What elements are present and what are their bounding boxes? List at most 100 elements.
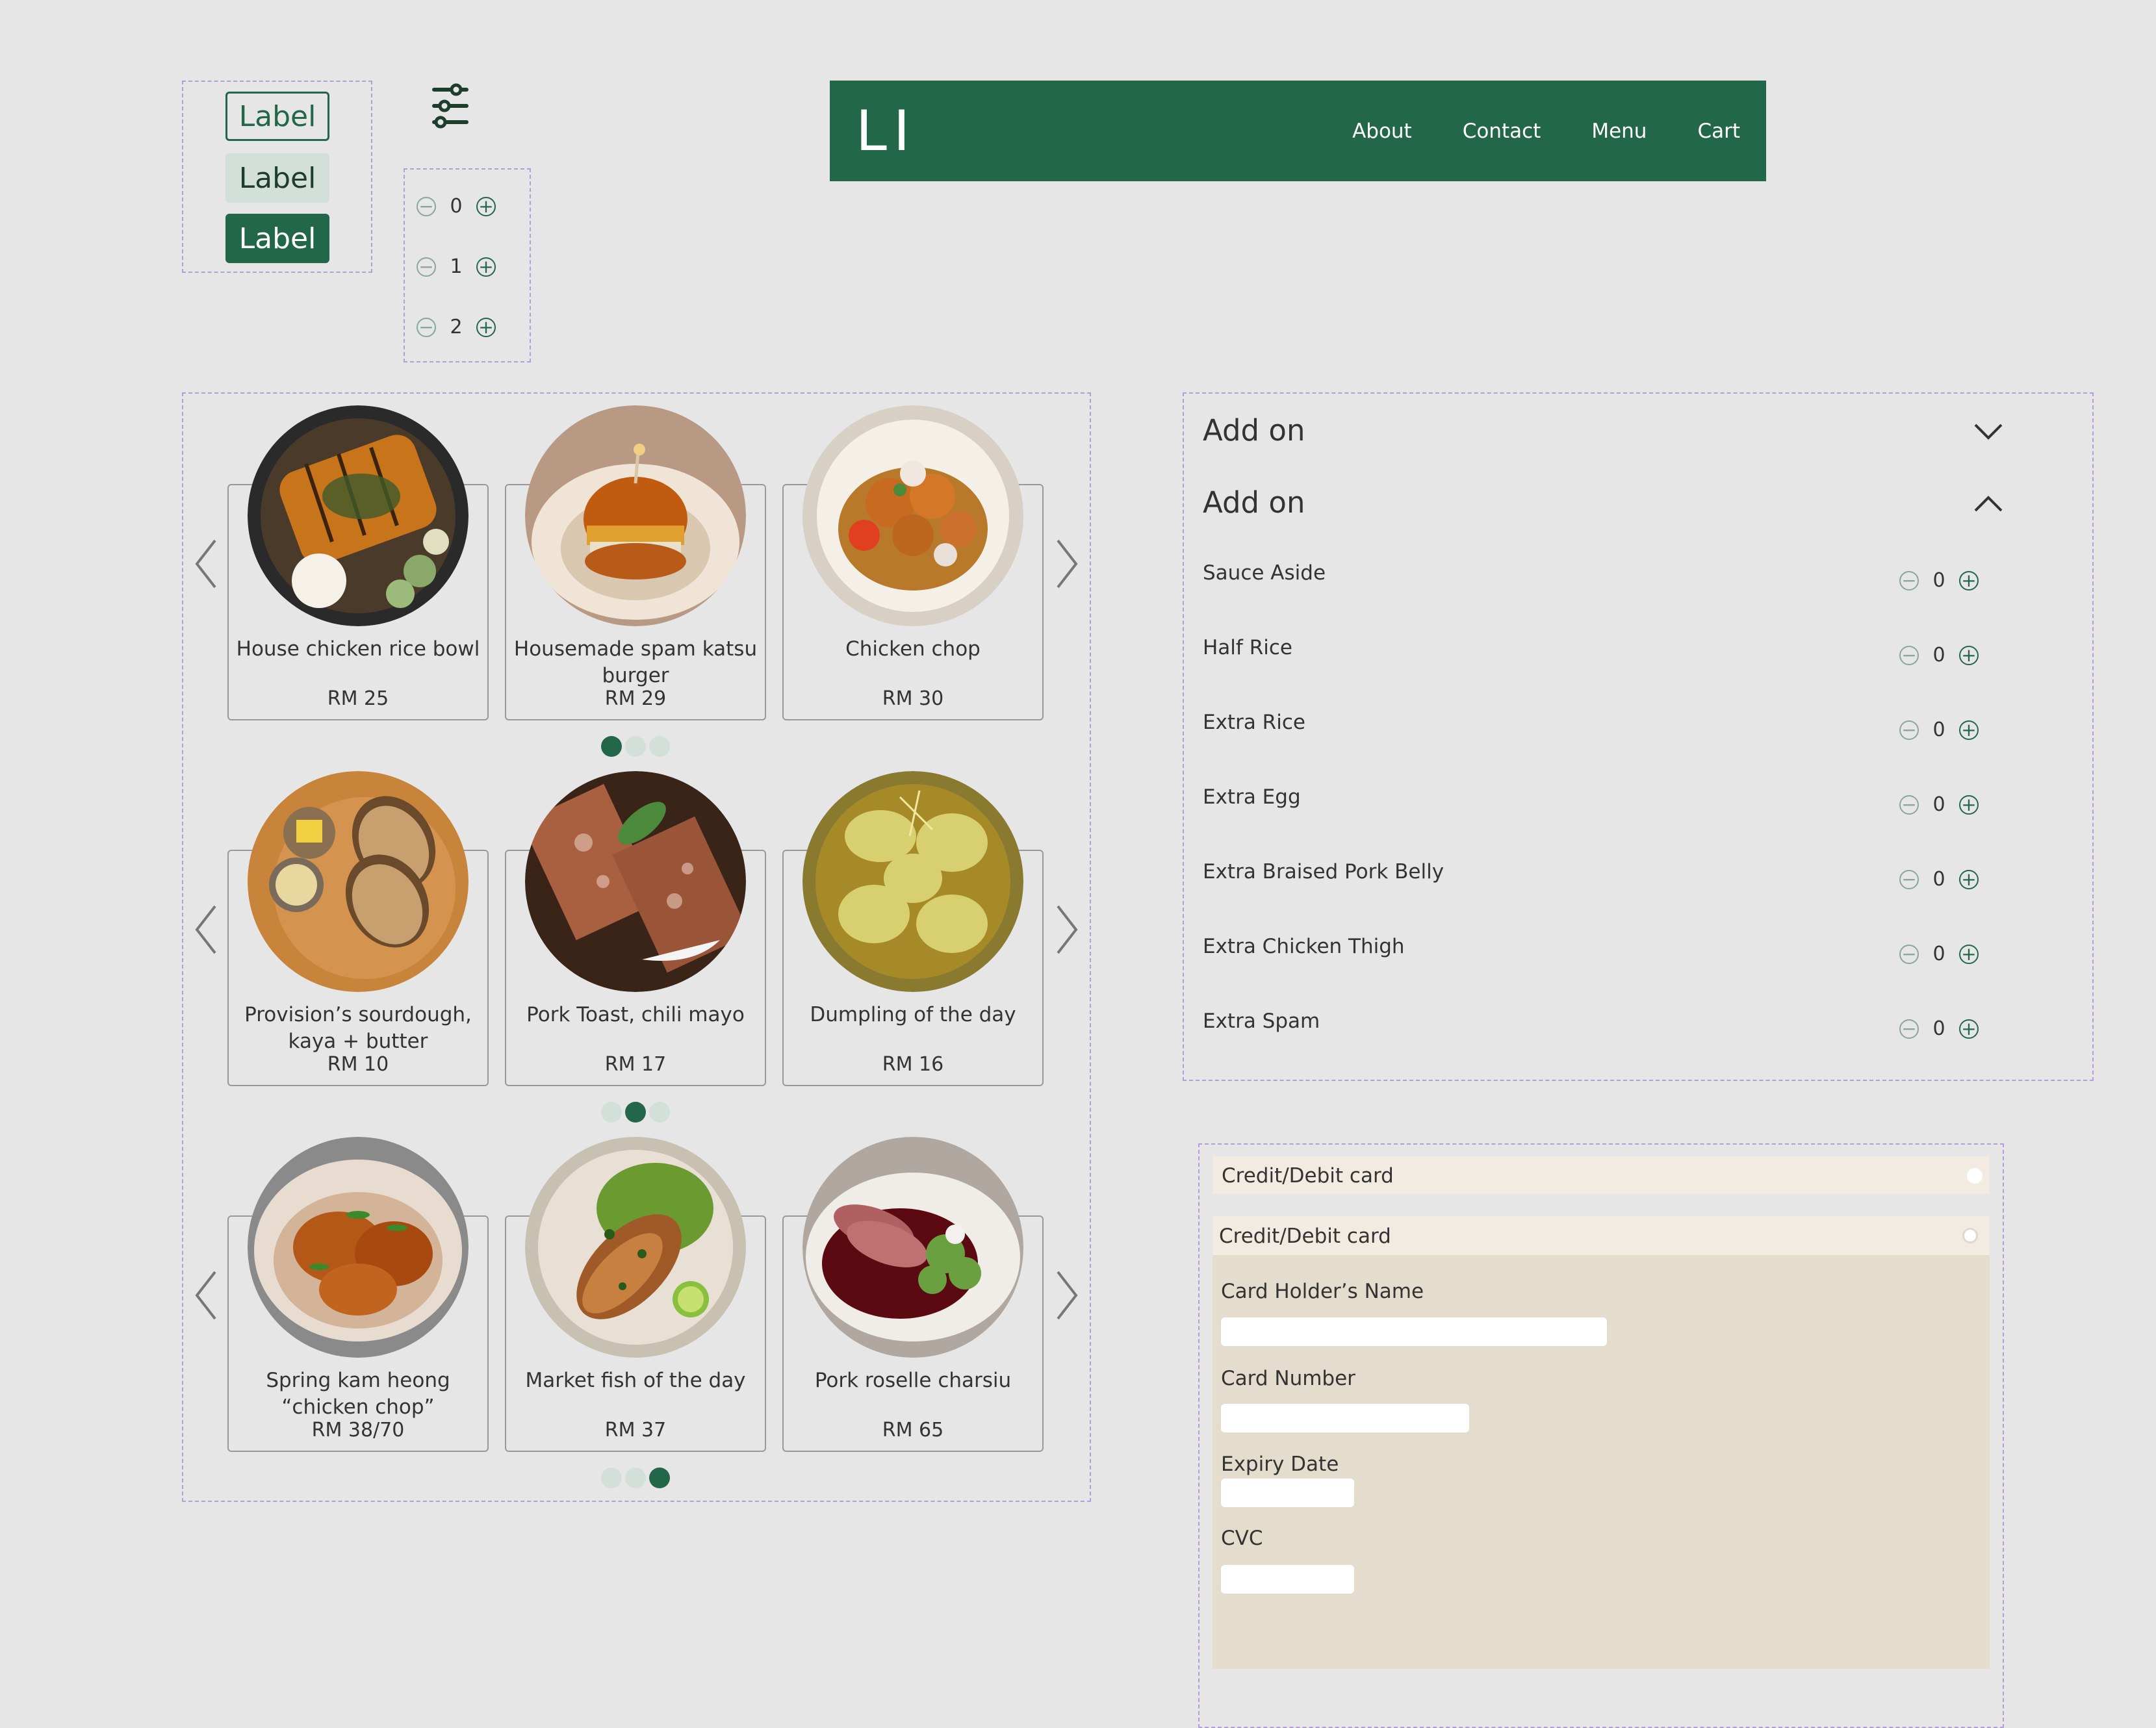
radio-unselected[interactable] (1967, 1168, 1983, 1184)
plus-circle-icon[interactable]: + (476, 257, 496, 277)
card-number-label: Card Number (1221, 1367, 1355, 1390)
pagination-dot[interactable] (649, 736, 670, 757)
minus-circle-icon[interactable]: − (1899, 794, 1919, 815)
pagination-dot[interactable] (649, 1102, 670, 1123)
expiry-date-label: Expiry Date (1221, 1453, 1339, 1476)
plus-circle-icon[interactable]: + (1959, 720, 1979, 740)
pagination-dot[interactable] (601, 1468, 622, 1488)
addon-qty: 0 (1932, 793, 1945, 816)
addon-item-label: Extra Egg (1203, 785, 1301, 809)
minus-circle-icon[interactable]: − (417, 257, 436, 277)
food-image-pork-toast (525, 771, 746, 992)
nav-links: About Contact Menu Cart (1352, 81, 1740, 181)
chevron-up-icon[interactable] (1974, 495, 2003, 512)
menu-item-name: Pork roselle charsiu (814, 1369, 1012, 1392)
stepper-value: 2 (450, 316, 463, 338)
pagination-dot-active[interactable] (601, 736, 622, 757)
minus-circle-icon[interactable]: − (1899, 1019, 1919, 1039)
chevron-left-icon[interactable] (193, 538, 219, 590)
menu-item-name: Provision’s sourdough, kaya + butter (244, 1003, 472, 1053)
menu-item-price: RM 16 (882, 1053, 944, 1076)
menu-item-name: Pork Toast, chili mayo (526, 1003, 745, 1026)
menu-item-price: RM 29 (604, 687, 667, 710)
menu-item-name: Housemade spam katsu burger (513, 637, 758, 687)
pagination-dot[interactable] (601, 1102, 622, 1123)
addon-item-label: Half Rice (1203, 636, 1292, 659)
addon-qty: 0 (1932, 943, 1945, 965)
addon-item-label: Extra Rice (1203, 711, 1305, 734)
food-image-dumpling (802, 771, 1023, 992)
addon-quantity-stepper[interactable]: − 0 + (1899, 1017, 1979, 1040)
payment-option-expanded[interactable]: Credit/Debit card (1213, 1216, 1990, 1255)
menu-item-name: House chicken rice bowl (236, 637, 480, 661)
addon-accordion-collapsed-title[interactable]: Add on (1203, 413, 1305, 448)
payment-option-collapsed[interactable]: Credit/Debit card (1213, 1156, 1990, 1194)
chevron-left-icon[interactable] (193, 904, 219, 956)
addon-accordion-expanded-title[interactable]: Add on (1203, 485, 1305, 520)
quantity-stepper[interactable]: − 2 + (417, 316, 496, 338)
quantity-stepper[interactable]: − 1 + (417, 255, 496, 278)
radio-selected[interactable] (1962, 1228, 1978, 1243)
brand-logo[interactable]: LI (856, 99, 916, 164)
addon-item-label: Sauce Aside (1203, 561, 1326, 585)
addon-quantity-stepper[interactable]: − 0 + (1899, 569, 1979, 592)
addon-quantity-stepper[interactable]: − 0 + (1899, 868, 1979, 891)
chevron-down-icon[interactable] (1974, 424, 2003, 440)
plus-circle-icon[interactable]: + (1959, 794, 1979, 815)
chevron-right-icon[interactable] (1054, 904, 1080, 956)
plus-circle-icon[interactable]: + (1959, 645, 1979, 665)
plus-circle-icon[interactable]: + (1959, 1019, 1979, 1039)
card-holder-field[interactable] (1221, 1317, 1607, 1346)
nav-link-menu[interactable]: Menu (1591, 120, 1647, 143)
chevron-right-icon[interactable] (1054, 538, 1080, 590)
addon-quantity-stepper[interactable]: − 0 + (1899, 644, 1979, 667)
chevron-right-icon[interactable] (1054, 1269, 1080, 1321)
quantity-stepper[interactable]: − 0 + (417, 195, 496, 218)
nav-link-contact[interactable]: Contact (1463, 120, 1541, 143)
expiry-date-field[interactable] (1221, 1479, 1354, 1507)
plus-circle-icon[interactable]: + (476, 317, 496, 337)
sliders-icon[interactable] (431, 83, 469, 129)
payment-option-label: Credit/Debit card (1219, 1225, 1391, 1248)
menu-item-price: RM 38/70 (311, 1419, 405, 1442)
label-button-solid[interactable]: Label (225, 214, 329, 263)
minus-circle-icon[interactable]: − (1899, 720, 1919, 740)
food-image-spam-katsu-burger (525, 405, 746, 626)
pagination-dot-active[interactable] (625, 1102, 646, 1123)
nav-link-cart[interactable]: Cart (1697, 120, 1740, 143)
minus-circle-icon[interactable]: − (417, 317, 436, 337)
cvc-label: CVC (1221, 1527, 1263, 1550)
minus-circle-icon[interactable]: − (1899, 645, 1919, 665)
minus-circle-icon[interactable]: − (1899, 944, 1919, 964)
nav-link-about[interactable]: About (1352, 120, 1412, 143)
menu-item-name: Chicken chop (845, 637, 981, 661)
addon-item-label: Extra Chicken Thigh (1203, 935, 1405, 958)
pagination-dot-active[interactable] (649, 1468, 670, 1488)
payment-option-label: Credit/Debit card (1222, 1164, 1394, 1188)
addon-quantity-stepper[interactable]: − 0 + (1899, 793, 1979, 816)
addon-qty: 0 (1932, 1017, 1945, 1040)
menu-item-price: RM 65 (882, 1419, 944, 1442)
pagination-dot[interactable] (625, 1468, 646, 1488)
pagination-dot[interactable] (625, 736, 646, 757)
minus-circle-icon[interactable]: − (417, 196, 436, 216)
food-image-pork-charsiu (802, 1137, 1023, 1358)
addon-qty: 0 (1932, 718, 1945, 741)
plus-circle-icon[interactable]: + (1959, 869, 1979, 889)
addon-quantity-stepper[interactable]: − 0 + (1899, 718, 1979, 741)
plus-circle-icon[interactable]: + (1959, 944, 1979, 964)
minus-circle-icon[interactable]: − (1899, 869, 1919, 889)
addon-item-label: Extra Spam (1203, 1010, 1320, 1033)
label-button-outline[interactable]: Label (225, 92, 329, 141)
stepper-value: 0 (450, 195, 463, 218)
menu-item-name: Dumpling of the day (810, 1003, 1016, 1026)
minus-circle-icon[interactable]: − (1899, 570, 1919, 591)
label-button-soft[interactable]: Label (225, 153, 329, 203)
cvc-field[interactable] (1221, 1565, 1354, 1594)
plus-circle-icon[interactable]: + (476, 196, 496, 216)
plus-circle-icon[interactable]: + (1959, 570, 1979, 591)
addon-quantity-stepper[interactable]: − 0 + (1899, 943, 1979, 965)
addon-item-label: Extra Braised Pork Belly (1203, 860, 1444, 883)
card-number-field[interactable] (1221, 1404, 1469, 1432)
chevron-left-icon[interactable] (193, 1269, 219, 1321)
